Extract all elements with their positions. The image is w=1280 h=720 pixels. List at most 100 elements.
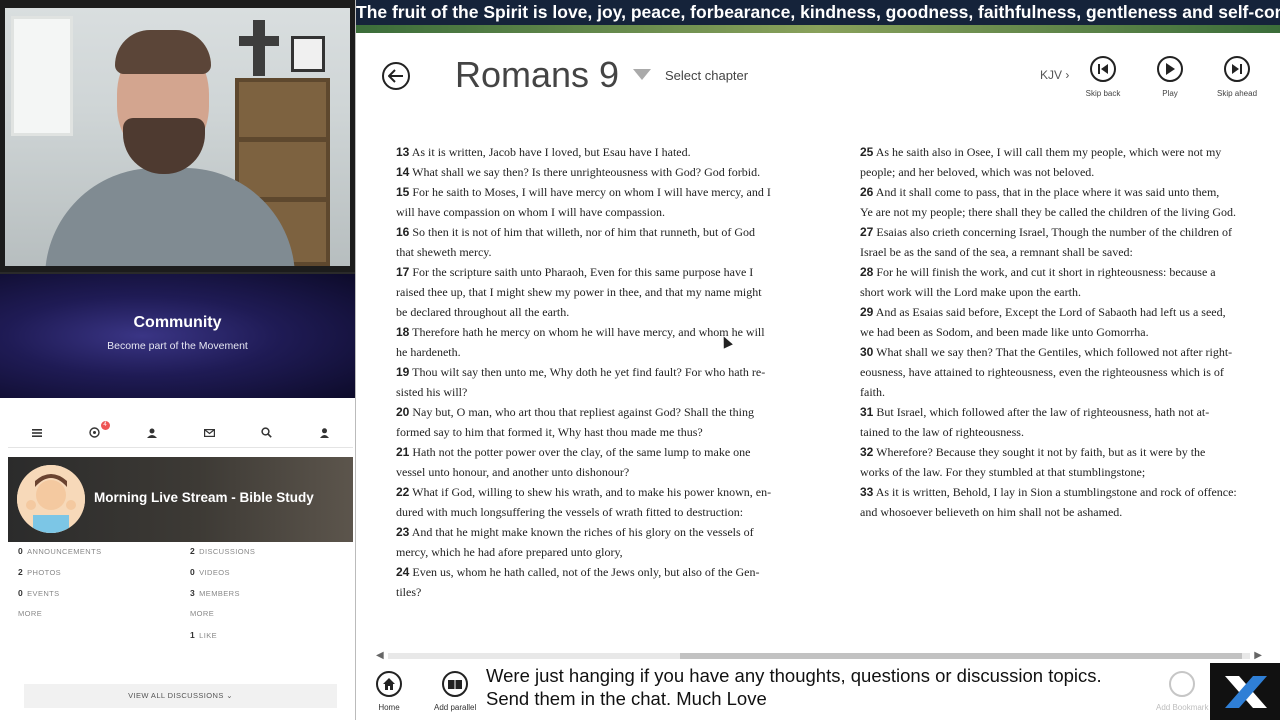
chat-overlay-line-1: Were just hanging if you have any though… — [486, 665, 1102, 686]
more-link-right[interactable]: MORE — [190, 609, 214, 618]
book-icon — [448, 680, 463, 689]
add-bookmark-button[interactable]: Add Bookmark — [1156, 671, 1208, 712]
search-icon — [261, 427, 273, 438]
community-title: Community — [133, 314, 222, 331]
scroll-right-icon[interactable]: ▶ — [1254, 650, 1262, 661]
verse-line: be declared throughout all the earth. — [396, 302, 816, 322]
verse-line: faith. — [860, 382, 1275, 402]
tab-menu[interactable] — [8, 418, 66, 447]
book-title: Romans 9 — [455, 54, 620, 95]
chat-overlay-message: Were just hanging if you have any though… — [486, 664, 1102, 710]
verse-line: 30 What shall we say then? That the Gent… — [860, 342, 1275, 362]
verse-text: people; and her beloved, which was not b… — [860, 165, 1095, 179]
verse-text: And as Esaias said before, Except the Lo… — [875, 305, 1226, 319]
verse-text: tiles? — [396, 585, 422, 599]
chevron-down-icon[interactable] — [633, 69, 651, 80]
live-stream-card[interactable]: Morning Live Stream - Bible Study — [8, 457, 353, 542]
bible-app: The fruit of the Spirit is love, joy, pe… — [355, 0, 1280, 720]
verse-text: As it is written, Jacob have I loved, bu… — [411, 145, 691, 159]
verse-line: Israel be as the sand of the sea, a remn… — [860, 242, 1275, 262]
verse-number: 26 — [860, 185, 874, 199]
verse-text: mercy, which he had afore prepared unto … — [396, 545, 623, 559]
stat-videos[interactable]: 0 VIDEOS — [190, 567, 230, 577]
stat-photos[interactable]: 2 PHOTOS — [18, 567, 61, 577]
verse-text: dured with much longsuffering the vessel… — [396, 505, 744, 519]
back-button[interactable] — [382, 62, 410, 90]
tab-search[interactable] — [238, 418, 296, 447]
verse-number: 25 — [860, 145, 874, 159]
webcam-feed — [0, 0, 355, 272]
horizontal-scrollbar[interactable]: ◀ ▶ — [374, 650, 1264, 662]
verse-text: raised thee up, that I might shew my pow… — [396, 285, 762, 299]
add-bookmark-label: Add Bookmark — [1156, 703, 1209, 712]
community-panel: 4 Morning Live Stream - Bible Study 0 AN… — [0, 398, 355, 720]
verse-line: will have compassion on whom I will have… — [396, 202, 816, 222]
verse-text: be declared throughout all the earth. — [396, 305, 570, 319]
verses-column-right: 25 As he saith also in Osee, I will call… — [860, 142, 1275, 522]
verse-number: 27 — [860, 225, 874, 239]
verse-number: 23 — [396, 525, 410, 539]
verse-line: 29 And as Esaias said before, Except the… — [860, 302, 1275, 322]
tab-activity[interactable]: 4 — [66, 418, 124, 447]
verse-text: short work will the Lord make upon the e… — [860, 285, 1081, 299]
tab-messages[interactable] — [181, 418, 239, 447]
verse-number: 24 — [396, 565, 410, 579]
version-selector[interactable]: KJV › — [1040, 68, 1069, 82]
play-label: Play — [1162, 89, 1178, 98]
stream-avatar — [17, 465, 85, 533]
verse-number: 17 — [396, 265, 410, 279]
webcam-picture-frame — [291, 36, 325, 72]
verse-text: he hardeneth. — [396, 345, 461, 359]
stat-members[interactable]: 3 MEMBERS — [190, 588, 240, 598]
skip-ahead-button[interactable]: Skip ahead — [1211, 56, 1263, 98]
skip-ahead-icon — [1232, 64, 1242, 74]
stat-announcements[interactable]: 0 ANNOUNCEMENTS — [18, 546, 102, 556]
back-arrow-icon — [388, 69, 403, 83]
stat-likes[interactable]: 1 LIKE — [190, 630, 217, 640]
verse-number: 28 — [860, 265, 874, 279]
more-link-left[interactable]: MORE — [18, 609, 42, 618]
verse-text: And that he might make known the riches … — [411, 525, 754, 539]
verse-text: Thou wilt say then unto me, Why doth he … — [412, 365, 766, 379]
verse-text: Wherefore? Because they sought it not by… — [876, 445, 1206, 459]
verse-line: 14 What shall we say then? Is there unri… — [396, 162, 816, 182]
verse-line: 21 Hath not the potter power over the cl… — [396, 442, 816, 462]
verse-number: 13 — [396, 145, 410, 159]
verses-column-left: 13 As it is written, Jacob have I loved,… — [396, 142, 816, 602]
verse-text: eousness, have attained to righteousness… — [860, 365, 1224, 379]
scroll-thumb[interactable] — [680, 653, 1242, 659]
verse-line: 18 Therefore hath he mercy on whom he wi… — [396, 322, 816, 342]
stat-discussions[interactable]: 2 DISCUSSIONS — [190, 546, 255, 556]
verse-text: Hath not the potter power over the clay,… — [412, 445, 751, 459]
verse-number: 21 — [396, 445, 410, 459]
add-parallel-button[interactable]: Add parallel — [434, 671, 476, 712]
verse-text: Therefore hath he mercy on whom he will … — [412, 325, 765, 339]
verse-text: As it is written, Behold, I lay in Sion … — [875, 485, 1237, 499]
menu-icon — [31, 428, 42, 437]
scroll-left-icon[interactable]: ◀ — [376, 650, 384, 661]
stat-events[interactable]: 0 EVENTS — [18, 588, 60, 598]
bookmark-icon — [1169, 671, 1196, 697]
screen: Community Become part of the Movement 4 — [0, 0, 1280, 720]
select-chapter-dropdown[interactable]: Select chapter — [665, 68, 748, 83]
skip-back-button[interactable]: Skip back — [1077, 56, 1129, 98]
verse-line: 27 Esaias also crieth concerning Israel,… — [860, 222, 1275, 242]
verse-text: vessel unto honour, and another unto dis… — [396, 465, 630, 479]
community-banner: Community Become part of the Movement — [0, 274, 355, 398]
verse-number: 32 — [860, 445, 874, 459]
verse-text: For the scripture saith unto Pharaoh, Ev… — [412, 265, 754, 279]
add-parallel-label: Add parallel — [434, 703, 477, 712]
verse-number: 14 — [396, 165, 410, 179]
verse-line: mercy, which he had afore prepared unto … — [396, 542, 816, 562]
play-button[interactable]: Play — [1144, 56, 1196, 98]
verse-line: 19 Thou wilt say then unto me, Why doth … — [396, 362, 816, 382]
tab-profile[interactable] — [296, 418, 354, 447]
view-all-discussions-button[interactable]: VIEW ALL DISCUSSIONS ⌄ — [24, 684, 337, 708]
tab-members[interactable] — [123, 418, 181, 447]
verse-number: 22 — [396, 485, 410, 499]
verse-line: tained to the law of righteousness. — [860, 422, 1275, 442]
verse-text: that sheweth mercy. — [396, 245, 492, 259]
home-button[interactable]: Home — [376, 671, 402, 712]
activity-icon — [89, 427, 100, 438]
verse-line: 32 Wherefore? Because they sought it not… — [860, 442, 1275, 462]
